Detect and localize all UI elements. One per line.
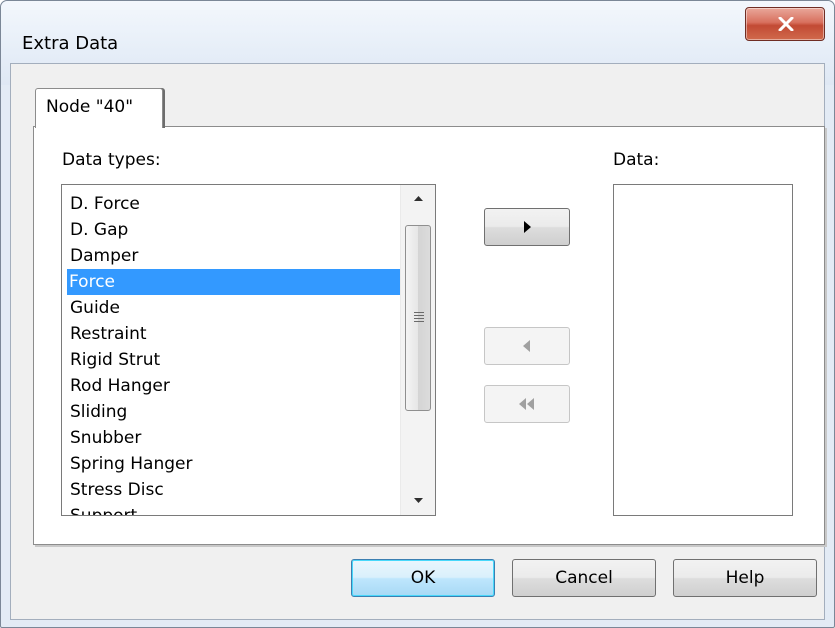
data-label: Data: [613, 150, 660, 170]
list-item[interactable]: D. Gap [68, 217, 128, 243]
scroll-up-icon [401, 196, 435, 218]
triangle-left-icon [485, 328, 569, 364]
vertical-scrollbar[interactable] [400, 185, 435, 515]
list-item[interactable]: Rod Hanger [68, 373, 170, 399]
list-item[interactable]: Spring Hanger [68, 451, 192, 477]
list-item-selected[interactable]: Force [67, 269, 401, 295]
data-listbox[interactable] [613, 184, 793, 516]
ok-button[interactable]: OK [351, 559, 495, 597]
scroll-down-button[interactable] [401, 487, 435, 515]
remove-button[interactable] [484, 327, 570, 365]
list-item[interactable]: Restraint [68, 321, 147, 347]
scroll-down-icon [401, 498, 435, 515]
close-button[interactable] [745, 7, 825, 41]
list-item[interactable]: Sliding [68, 399, 127, 425]
cancel-button[interactable]: Cancel [512, 559, 656, 597]
triangle-right-icon [485, 209, 569, 245]
list-item[interactable]: Support [68, 503, 137, 515]
data-types-label: Data types: [62, 150, 161, 170]
list-item[interactable]: Damper [68, 243, 138, 269]
add-button[interactable] [484, 208, 570, 246]
list-item[interactable]: Stress Disc [68, 477, 164, 503]
tab-node[interactable]: Node "40" [35, 88, 163, 128]
list-item[interactable]: D. Force [68, 191, 140, 217]
data-types-listbox[interactable]: D. Force D. Gap Damper Force Guide Restr… [61, 184, 436, 516]
help-button[interactable]: Help [673, 559, 817, 597]
list-item[interactable]: Guide [68, 295, 120, 321]
list-item[interactable]: Rigid Strut [68, 347, 160, 373]
scroll-up-button[interactable] [401, 185, 435, 213]
tab-label: Node "40" [46, 97, 134, 117]
window-title: Extra Data [22, 33, 119, 54]
double-triangle-left-icon [485, 386, 569, 422]
grip-icon [414, 312, 424, 324]
scrollbar-thumb[interactable] [405, 225, 431, 411]
remove-all-button[interactable] [484, 385, 570, 423]
list-item[interactable]: Snubber [68, 425, 141, 451]
